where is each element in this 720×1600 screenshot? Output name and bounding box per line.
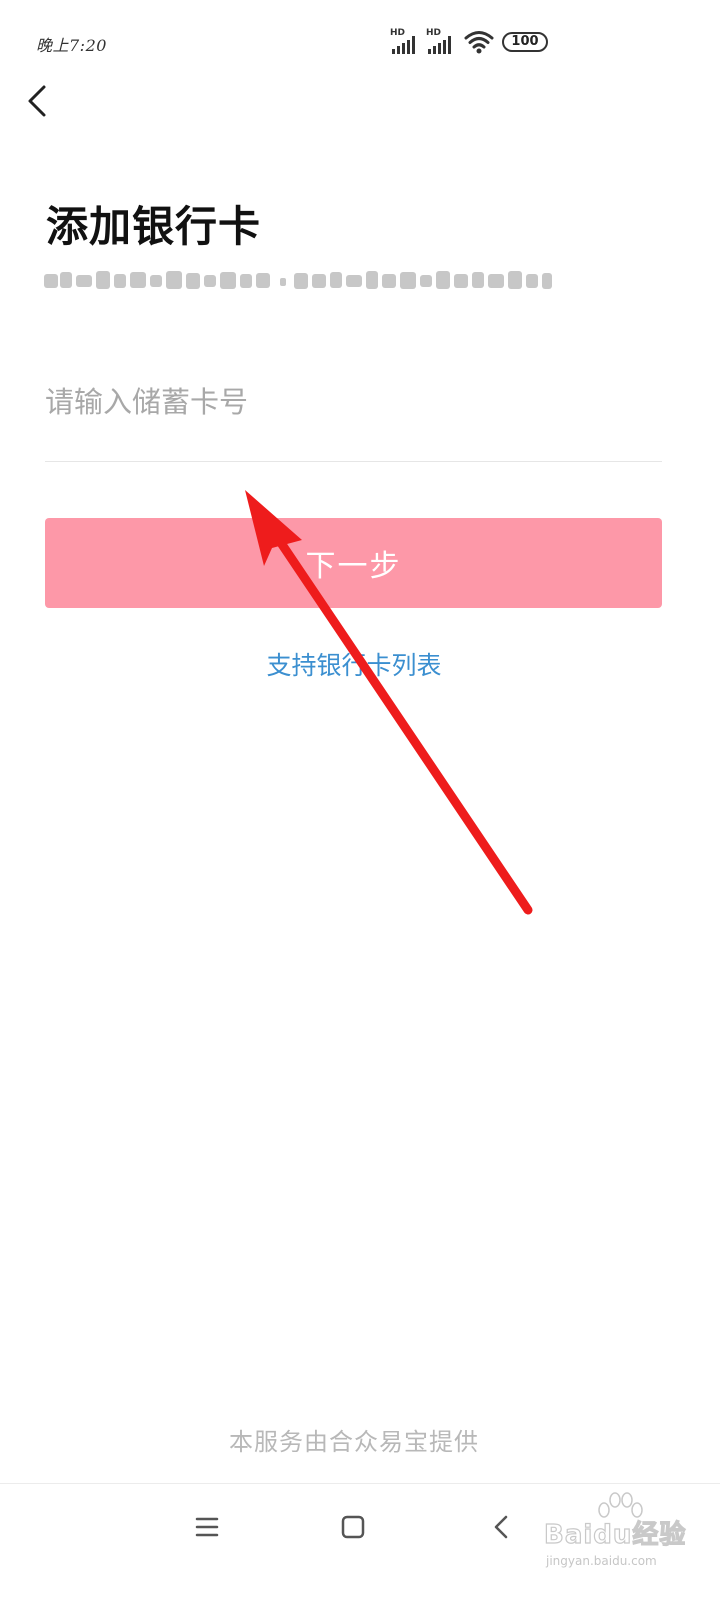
page-title: 添加银行卡 — [46, 202, 262, 251]
blurred-subtitle — [44, 266, 556, 296]
home-icon — [341, 1515, 365, 1539]
wifi-icon — [464, 30, 494, 54]
chevron-left-icon — [28, 85, 46, 117]
card-number-input[interactable] — [45, 372, 662, 432]
back-icon — [494, 1515, 508, 1539]
status-time: 晚上7:20 — [36, 36, 107, 55]
nav-home-button[interactable] — [336, 1510, 370, 1544]
menu-icon — [195, 1517, 219, 1537]
back-button[interactable] — [22, 82, 58, 120]
battery-level: 100 — [511, 34, 539, 49]
signal-icon-1: HD — [390, 28, 420, 54]
signal-icon-2: HD — [426, 28, 456, 54]
watermark-brand: Baidu经验 — [543, 1519, 687, 1550]
watermark-url: jingyan.baidu.com — [546, 1554, 657, 1568]
provider-footer-text: 本服务由合众易宝提供 — [229, 1428, 479, 1456]
status-bar: 晚上7:20 HD HD 100 — [0, 0, 720, 84]
card-number-field-wrapper — [45, 362, 662, 462]
nav-back-button[interactable] — [486, 1508, 516, 1546]
baidu-watermark: Baidu经验 jingyan.baidu.com — [540, 1490, 710, 1595]
battery-icon: 100 — [502, 32, 548, 52]
nav-menu-button[interactable] — [190, 1512, 226, 1542]
next-button[interactable]: 下一步 — [45, 518, 662, 608]
supported-bank-list-link[interactable]: 支持银行卡列表 — [0, 646, 708, 682]
